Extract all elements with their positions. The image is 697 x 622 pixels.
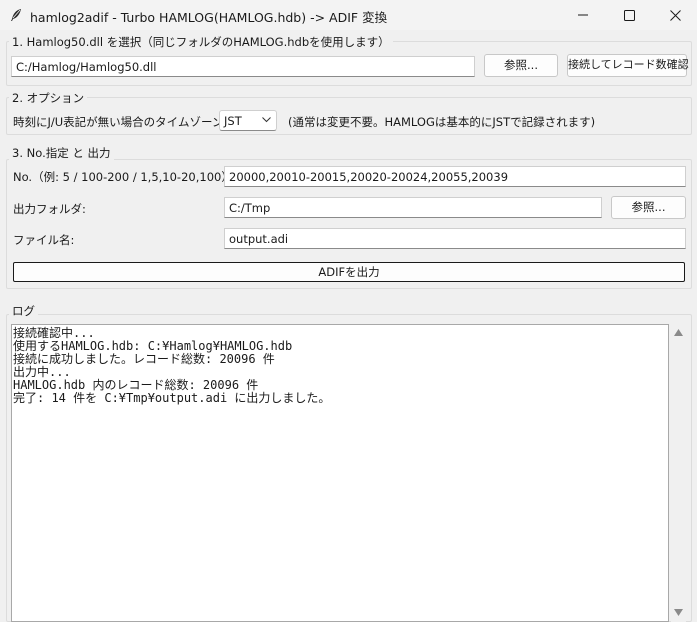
scroll-up-icon[interactable] bbox=[674, 329, 683, 336]
log-line: 接続に成功しました。レコード総数: 20096 件 bbox=[13, 352, 275, 366]
export-adif-button[interactable]: ADIFを出力 bbox=[13, 262, 685, 282]
log-scrollbar[interactable] bbox=[671, 324, 686, 622]
log-line: 完了: 14 件を C:¥Tmp¥output.adi に出力しました。 bbox=[13, 391, 331, 405]
no-spec-label: No.（例: 5 / 100-200 / 1,5,10-20,100）: bbox=[13, 170, 237, 184]
no-spec-input[interactable]: 20000,20010-20015,20020-20024,20055,2003… bbox=[224, 166, 686, 187]
output-folder-browse-button[interactable]: 参照... bbox=[611, 196, 686, 219]
dll-path-input[interactable]: C:/Hamlog/Hamlog50.dll bbox=[11, 56, 475, 77]
timezone-select[interactable]: JST bbox=[219, 110, 277, 131]
output-folder-input[interactable]: C:/Tmp bbox=[224, 197, 602, 218]
log-legend: ログ bbox=[9, 303, 38, 319]
timezone-label: 時刻にJ/U表記が無い場合のタイムゾーン: bbox=[13, 115, 228, 129]
minimize-button[interactable] bbox=[560, 0, 606, 30]
log-textarea[interactable]: 接続確認中... 使用するHAMLOG.hdb: C:¥Hamlog¥HAMLO… bbox=[11, 324, 669, 622]
connect-check-button[interactable]: 接続してレコード数確認 bbox=[567, 54, 689, 77]
filename-label: ファイル名: bbox=[13, 233, 75, 247]
scroll-down-icon[interactable] bbox=[674, 609, 683, 616]
timezone-note: (通常は変更不要。HAMLOGは基本的にJSTで記録されます) bbox=[288, 115, 596, 129]
dll-select-legend: 1. Hamlog50.dll を選択（同じフォルダのHAMLOG.hdbを使用… bbox=[9, 34, 393, 50]
window-title: hamlog2adif - Turbo HAMLOG(HAMLOG.hdb) -… bbox=[30, 10, 388, 25]
maximize-icon bbox=[623, 9, 635, 21]
chevron-down-icon bbox=[262, 117, 271, 123]
close-button[interactable] bbox=[652, 0, 697, 30]
close-icon bbox=[669, 9, 681, 21]
filename-input[interactable]: output.adi bbox=[224, 228, 686, 249]
options-legend: 2. オプション bbox=[9, 90, 88, 106]
maximize-button[interactable] bbox=[606, 0, 652, 30]
output-folder-label: 出力フォルダ: bbox=[13, 202, 86, 216]
timezone-value: JST bbox=[224, 114, 242, 128]
export-legend: 3. No.指定 と 出力 bbox=[9, 145, 114, 161]
feather-icon bbox=[8, 7, 24, 23]
dll-browse-button[interactable]: 参照... bbox=[484, 54, 558, 77]
minimize-icon bbox=[578, 14, 588, 16]
